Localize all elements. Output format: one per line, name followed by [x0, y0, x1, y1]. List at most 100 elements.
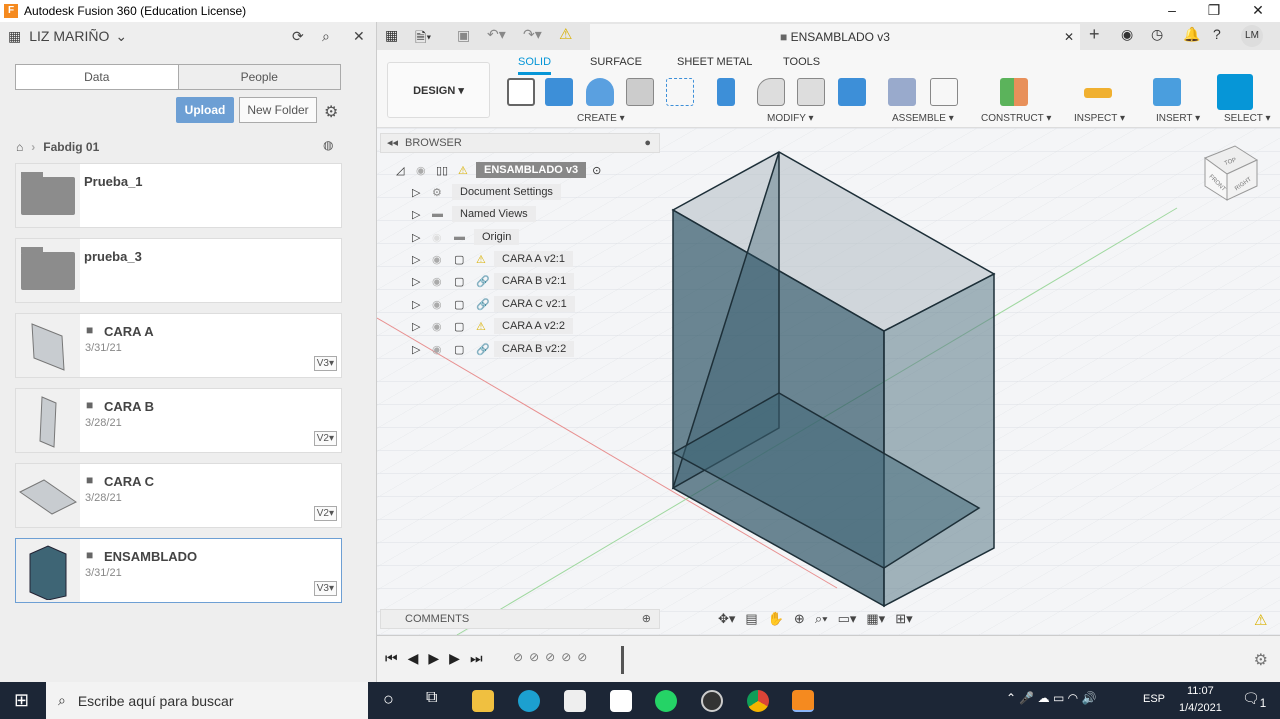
fusion-360-taskbar-icon[interactable]: [792, 690, 814, 712]
tree-node[interactable]: ▷ ◉ ▬ Origin: [412, 227, 520, 247]
close-tab-icon[interactable]: ✕: [1064, 24, 1074, 50]
tree-node[interactable]: ▷ ⚙ Document Settings: [412, 182, 561, 202]
insert-image-icon[interactable]: [1153, 78, 1181, 106]
tab-people[interactable]: People: [177, 65, 340, 89]
taskbar-search[interactable]: ⌕ Escribe aquí para buscar: [46, 682, 368, 719]
new-component-icon[interactable]: [888, 78, 916, 106]
eye-icon[interactable]: ◉: [432, 343, 454, 356]
gear-icon[interactable]: ⚙: [1254, 650, 1268, 670]
select-menu[interactable]: SELECT ▾: [1224, 113, 1271, 124]
system-tray[interactable]: ⌃ 🎤 ☁ ▭ ◠ 🔊: [1006, 691, 1096, 705]
list-item[interactable]: ■ CARA C 3/28/21 V2▾: [15, 463, 342, 528]
go-to-end-icon[interactable]: ⏭: [470, 650, 483, 667]
list-item[interactable]: ■ CARA B 3/28/21 V2▾: [15, 388, 342, 453]
minimize-button[interactable]: –: [1150, 0, 1194, 22]
redo-icon[interactable]: ↷▾: [523, 26, 542, 43]
edge-icon[interactable]: [518, 690, 540, 712]
eye-hidden-icon[interactable]: ◉: [432, 231, 454, 244]
home-icon[interactable]: ⌂: [16, 140, 23, 154]
chevron-down-icon[interactable]: ⌄: [115, 28, 127, 45]
list-item[interactable]: prueba_3: [15, 238, 342, 303]
construct-menu[interactable]: CONSTRUCT ▾: [981, 113, 1051, 124]
tab-sheet-metal[interactable]: SHEET METAL: [677, 56, 752, 68]
expand-icon[interactable]: ▷: [412, 343, 432, 356]
expand-icon[interactable]: ▷: [412, 275, 432, 288]
warning-icon[interactable]: ⚠: [559, 25, 572, 43]
joint-feature-icon[interactable]: ⊘: [561, 650, 571, 664]
add-comment-icon[interactable]: ⊕: [642, 610, 651, 628]
eye-icon[interactable]: ◉: [416, 164, 436, 177]
viewports-icon[interactable]: ⊞▾: [895, 611, 912, 627]
eye-icon[interactable]: ◉: [432, 253, 454, 266]
expand-icon[interactable]: ▷: [412, 320, 432, 333]
save-icon[interactable]: ▣: [457, 27, 470, 44]
file-icon[interactable]: 🗎▾: [415, 27, 431, 51]
upload-button[interactable]: Upload: [176, 97, 234, 123]
inspect-menu[interactable]: INSPECT ▾: [1074, 113, 1125, 124]
measure-icon[interactable]: [1084, 88, 1112, 98]
tab-surface[interactable]: SURFACE: [590, 56, 642, 68]
tab-solid[interactable]: SOLID: [518, 56, 552, 75]
avatar[interactable]: LM: [1241, 25, 1263, 47]
joint-icon[interactable]: [930, 78, 958, 106]
extensions-icon[interactable]: ◉: [1121, 26, 1133, 43]
new-folder-button[interactable]: New Folder: [239, 97, 317, 123]
clock-date[interactable]: 1/4/2021: [1179, 702, 1222, 714]
joint-feature-icon[interactable]: ⊘: [545, 650, 555, 664]
timeline-marker[interactable]: [621, 646, 624, 674]
go-to-start-icon[interactable]: ⏮: [385, 650, 398, 667]
cortana-icon[interactable]: ○: [383, 689, 394, 710]
expand-icon[interactable]: ▷: [412, 208, 432, 221]
tree-node[interactable]: ▷ ▬ Named Views: [412, 204, 536, 224]
job-status-icon[interactable]: ◷: [1151, 26, 1163, 43]
whatsapp-icon[interactable]: [655, 690, 677, 712]
offset-plane-icon[interactable]: [1000, 78, 1028, 106]
insert-menu[interactable]: INSERT ▾: [1156, 113, 1200, 124]
create-sketch-icon[interactable]: [507, 78, 535, 106]
breadcrumb-project[interactable]: Fabdig 01: [43, 140, 99, 154]
grid-icon[interactable]: ▦: [385, 27, 398, 44]
zoom-icon[interactable]: ⊕: [794, 611, 805, 627]
document-tab[interactable]: ■ ENSAMBLADO v3 ✕: [590, 24, 1080, 50]
mail-icon[interactable]: [610, 690, 632, 712]
joint-feature-icon[interactable]: ⊘: [513, 650, 523, 664]
expand-icon[interactable]: ▷: [412, 186, 432, 199]
search-icon[interactable]: ⌕: [322, 28, 330, 45]
undo-icon[interactable]: ↶▾: [487, 26, 506, 43]
task-view-icon[interactable]: ⧉: [426, 689, 437, 707]
expand-icon[interactable]: ▷: [412, 253, 432, 266]
activate-radio[interactable]: ⊙: [592, 164, 601, 177]
version-dropdown[interactable]: V3▾: [313, 356, 337, 371]
step-back-icon[interactable]: ◀: [408, 650, 419, 667]
maximize-button[interactable]: ❐: [1192, 0, 1236, 22]
clock-time[interactable]: 11:07: [1187, 685, 1214, 697]
refresh-icon[interactable]: ⟳: [292, 28, 304, 45]
add-tab-icon[interactable]: +: [1089, 24, 1100, 45]
store-icon[interactable]: [564, 690, 586, 712]
shell-icon[interactable]: [797, 78, 825, 106]
modify-menu[interactable]: MODIFY ▾: [767, 113, 814, 124]
comments-panel[interactable]: COMMENTS ⊕: [380, 609, 660, 629]
step-forward-icon[interactable]: ▶: [449, 650, 460, 667]
version-dropdown[interactable]: V2▾: [313, 431, 337, 446]
tree-node[interactable]: ▷ ◉ ▢ 🔗 CARA B v2:1: [412, 271, 575, 291]
tree-node[interactable]: ▷ ◉ ▢ ⚠ CARA A v2:2: [412, 316, 573, 336]
workspace-dropdown[interactable]: DESIGN ▾: [387, 62, 490, 118]
close-button[interactable]: ✕: [1236, 0, 1280, 22]
press-pull-icon[interactable]: [717, 78, 735, 106]
pan-icon[interactable]: ✋: [768, 611, 784, 627]
file-explorer-icon[interactable]: [472, 690, 494, 712]
github-icon[interactable]: [701, 690, 723, 712]
revolve-icon[interactable]: [586, 78, 614, 106]
play-icon[interactable]: ▶: [428, 650, 439, 667]
joint-feature-icon[interactable]: ⊘: [577, 650, 587, 664]
expand-icon[interactable]: ▷: [412, 298, 432, 311]
eye-icon[interactable]: ◉: [432, 275, 454, 288]
eye-icon[interactable]: ◉: [432, 298, 454, 311]
tree-root[interactable]: ◿ ◉ ▯▯ ⚠ ENSAMBLADO v3 ⊙: [396, 160, 601, 180]
list-item[interactable]: Prueba_1: [15, 163, 342, 228]
collapse-icon[interactable]: ◂◂: [387, 134, 398, 152]
eye-icon[interactable]: ◉: [432, 320, 454, 333]
create-menu[interactable]: CREATE ▾: [577, 113, 625, 124]
look-at-icon[interactable]: ▤: [745, 611, 757, 627]
